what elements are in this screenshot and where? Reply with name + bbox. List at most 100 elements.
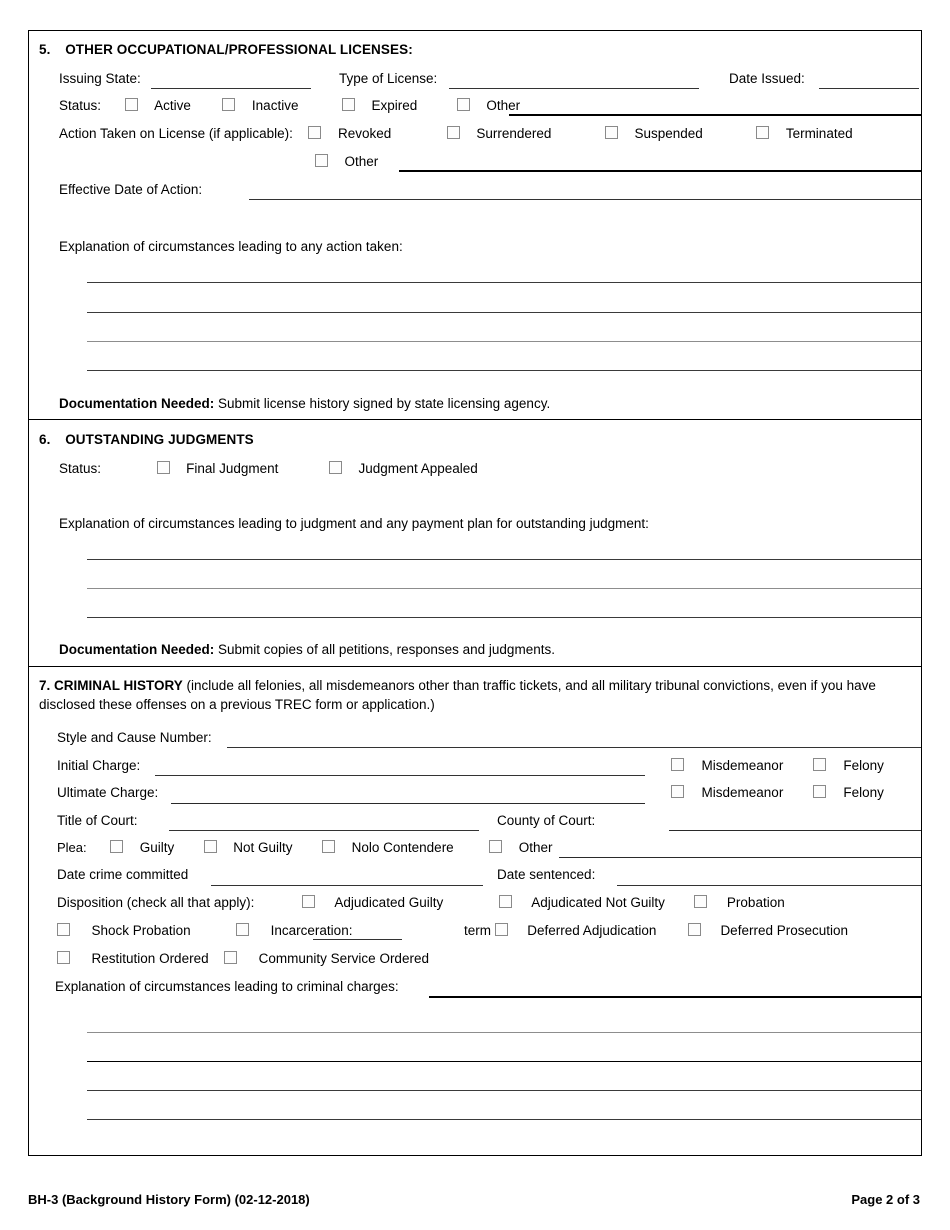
checkbox-deferred-prosecution[interactable] <box>687 922 701 936</box>
section5-explanation-line-3[interactable] <box>87 341 921 342</box>
checkbox-adjudicated-not-guilty[interactable] <box>498 894 512 908</box>
section7-explanation-line-2[interactable] <box>87 1061 921 1062</box>
label-shock-probation: Shock Probation <box>91 922 191 938</box>
checkbox-plea-not-guilty[interactable] <box>203 839 217 853</box>
checkbox-probation[interactable] <box>694 894 708 908</box>
checkbox-initial-misdemeanor[interactable] <box>671 757 684 771</box>
effective-date-row: Effective Date of Action: <box>59 181 202 197</box>
checkbox-action-revoked[interactable] <box>308 125 322 139</box>
initial-charge-input[interactable] <box>155 775 645 776</box>
section5-explanation-label: Explanation of circumstances leading to … <box>59 238 403 254</box>
date-issued-input[interactable] <box>819 88 919 89</box>
label-status-inactive: Inactive <box>251 97 299 113</box>
checkbox-final-judgment[interactable] <box>156 460 170 474</box>
initial-charge-row: Initial Charge: <box>57 757 140 773</box>
label-action-suspended: Suspended <box>634 125 703 141</box>
checkbox-ultimate-felony[interactable] <box>812 784 826 798</box>
checkbox-status-active[interactable] <box>124 97 138 111</box>
date-issued-row: Date Issued: <box>729 70 805 86</box>
section6-explanation-line-3[interactable] <box>87 617 921 618</box>
title-of-court-label: Title of Court: <box>57 812 138 828</box>
section-5-heading: 5. OTHER OCCUPATIONAL/PROFESSIONAL LICEN… <box>39 42 413 57</box>
county-of-court-input[interactable] <box>669 830 921 831</box>
section6-explanation-line-1[interactable] <box>87 559 921 560</box>
checkbox-adjudicated-guilty[interactable] <box>301 894 315 908</box>
ultimate-charge-input[interactable] <box>171 803 645 804</box>
label-action-surrendered: Surrendered <box>476 125 552 141</box>
ultimate-charge-type-row: Misdemeanor Felony <box>671 784 884 800</box>
checkbox-status-other[interactable] <box>456 97 470 111</box>
issuing-state-input[interactable] <box>151 88 311 89</box>
footer-form-identifier: BH-3 (Background History Form) (02-12-20… <box>28 1192 310 1207</box>
checkbox-incarceration[interactable] <box>236 922 250 936</box>
section-7-criminal-history: 7. CRIMINAL HISTORY (include all felonie… <box>29 666 921 1155</box>
section-7-number: 7. <box>39 678 51 693</box>
label-probation: Probation <box>726 894 785 910</box>
effective-date-input[interactable] <box>249 199 921 200</box>
checkbox-community-service-ordered[interactable] <box>224 950 238 964</box>
label-community-service-ordered: Community Service Ordered <box>258 950 429 966</box>
type-of-license-label: Type of License: <box>339 70 438 86</box>
label-action-other: Other <box>344 153 379 169</box>
checkbox-plea-nolo-contendere[interactable] <box>322 839 336 853</box>
section5-explanation-line-1[interactable] <box>87 282 921 283</box>
checkbox-action-surrendered[interactable] <box>446 125 460 139</box>
style-cause-input[interactable] <box>227 747 921 748</box>
label-adjudicated-not-guilty: Adjudicated Not Guilty <box>531 894 665 910</box>
incarceration-term-input[interactable] <box>313 939 402 940</box>
date-sentenced-input[interactable] <box>617 885 921 886</box>
section7-explanation-input[interactable] <box>429 996 921 998</box>
disposition-row-2: Shock Probation Incarceration: term Defe… <box>57 922 848 938</box>
section5-explanation-line-4[interactable] <box>87 370 921 371</box>
section7-explanation-line-4[interactable] <box>87 1119 921 1120</box>
checkbox-status-inactive[interactable] <box>222 97 236 111</box>
disposition-row-1: Disposition (check all that apply): Adju… <box>57 894 785 910</box>
checkbox-plea-other[interactable] <box>489 839 503 853</box>
label-restitution-ordered: Restitution Ordered <box>91 950 209 966</box>
section5-explanation-line-2[interactable] <box>87 312 921 313</box>
checkbox-deferred-adjudication[interactable] <box>494 922 508 936</box>
label-plea-not-guilty: Not Guilty <box>233 839 293 855</box>
checkbox-restitution-ordered[interactable] <box>57 950 70 964</box>
checkbox-action-terminated[interactable] <box>756 125 770 139</box>
disposition-row-3: Restitution Ordered Community Service Or… <box>57 950 429 966</box>
date-crime-label: Date crime committed <box>57 866 189 882</box>
section-5-other-licenses: 5. OTHER OCCUPATIONAL/PROFESSIONAL LICEN… <box>29 31 921 419</box>
section-6-heading: 6. OUTSTANDING JUDGMENTS <box>39 432 254 447</box>
type-of-license-input[interactable] <box>449 88 699 89</box>
plea-other-input[interactable] <box>559 857 921 858</box>
section-6-number: 6. <box>39 432 51 447</box>
section7-explanation-label: Explanation of circumstances leading to … <box>55 978 399 994</box>
label-initial-felony: Felony <box>843 757 884 773</box>
title-of-court-input[interactable] <box>169 830 479 831</box>
section5-documentation-bold: Documentation Needed: <box>59 396 215 411</box>
section7-explanation-line-1[interactable] <box>87 1032 921 1033</box>
section6-explanation-line-2[interactable] <box>87 588 921 589</box>
disposition-label: Disposition (check all that apply): <box>57 894 255 910</box>
label-plea-other: Other <box>518 839 553 855</box>
date-crime-input[interactable] <box>211 885 483 886</box>
section-6-outstanding-judgments: 6. OUTSTANDING JUDGMENTS Status: Final J… <box>29 419 921 666</box>
checkbox-action-other[interactable] <box>315 153 328 167</box>
checkbox-judgment-appealed[interactable] <box>328 460 342 474</box>
checkbox-ultimate-misdemeanor[interactable] <box>671 784 684 798</box>
date-issued-label: Date Issued: <box>729 70 805 86</box>
section6-documentation-needed: Documentation Needed: Submit copies of a… <box>59 642 555 657</box>
issuing-state-row: Issuing State: <box>59 70 141 86</box>
label-initial-misdemeanor: Misdemeanor <box>701 757 784 773</box>
status-other-input[interactable] <box>509 114 921 116</box>
plea-label: Plea: <box>57 839 87 855</box>
section5-documentation-needed: Documentation Needed: Submit license his… <box>59 396 550 411</box>
section-6-title: OUTSTANDING JUDGMENTS <box>65 432 254 447</box>
action-other-input[interactable] <box>399 170 921 172</box>
license-status-label: Status: <box>59 97 102 113</box>
checkbox-initial-felony[interactable] <box>812 757 826 771</box>
action-other-row: Other <box>315 153 378 169</box>
checkbox-action-suspended[interactable] <box>604 125 618 139</box>
section5-documentation-text: Submit license history signed by state l… <box>214 396 551 411</box>
checkbox-shock-probation[interactable] <box>57 922 70 936</box>
initial-charge-label: Initial Charge: <box>57 757 141 773</box>
checkbox-status-expired[interactable] <box>341 97 355 111</box>
section7-explanation-line-3[interactable] <box>87 1090 921 1091</box>
checkbox-plea-guilty[interactable] <box>110 839 124 853</box>
